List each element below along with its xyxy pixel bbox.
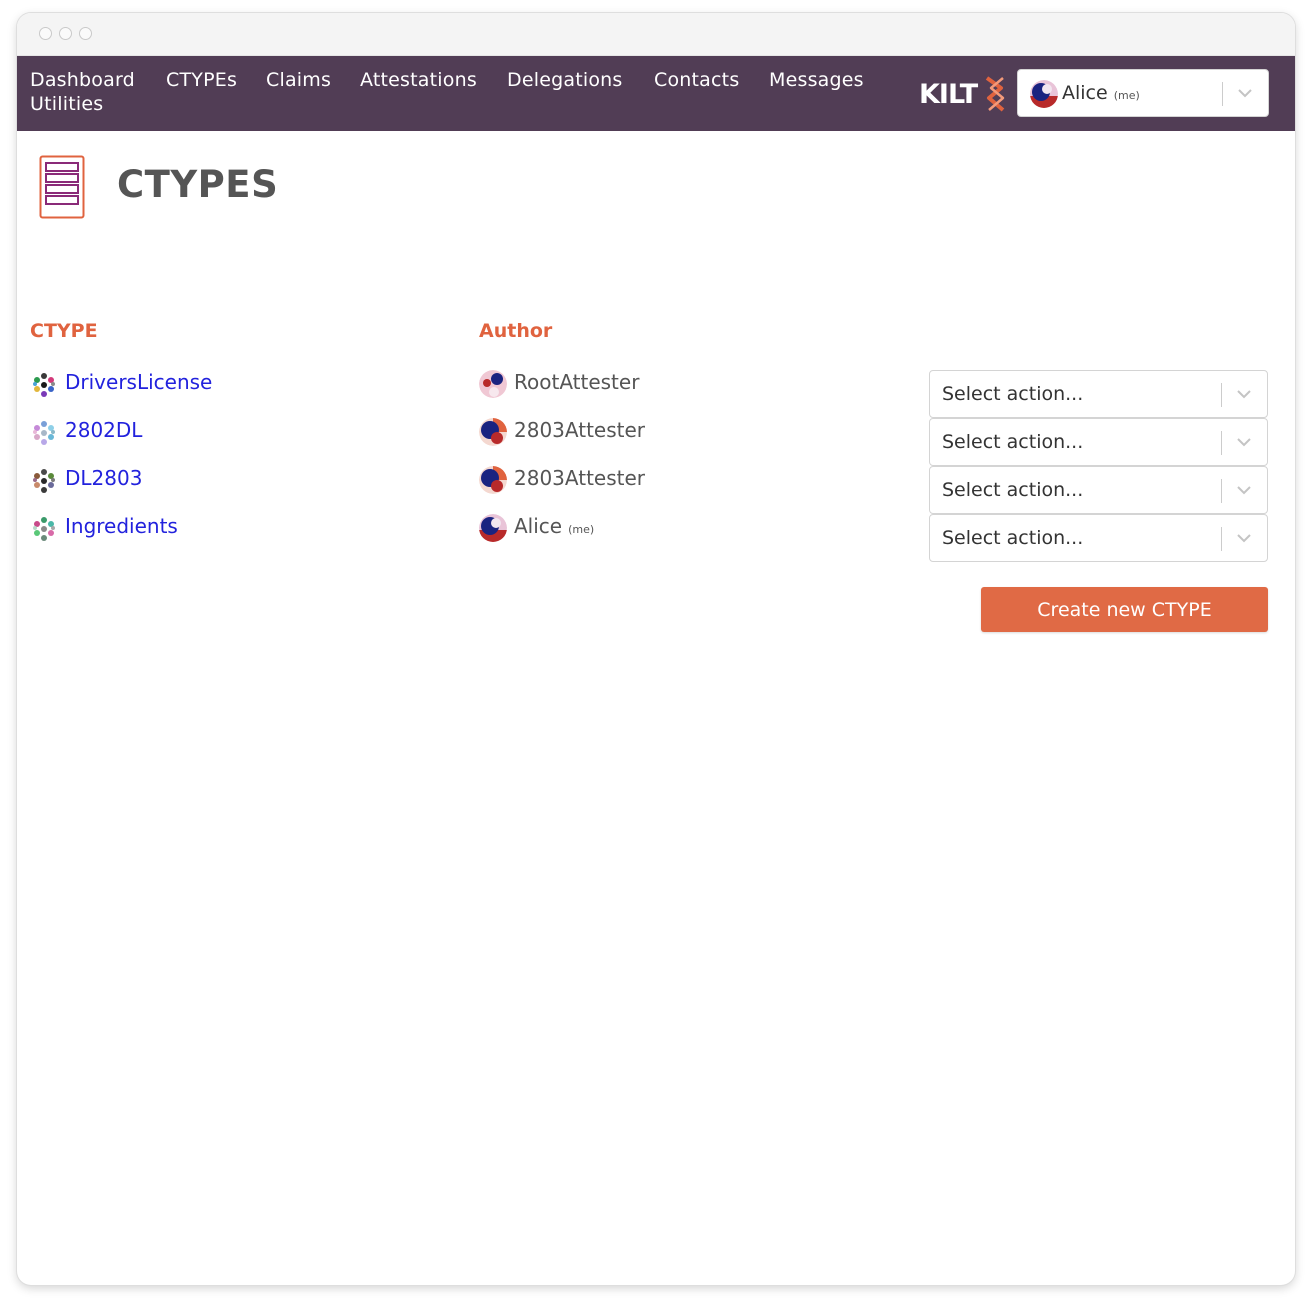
kilt-mark-icon	[985, 76, 1005, 112]
alice-avatar	[479, 514, 507, 542]
action-select-placeholder: Select action...	[942, 479, 1084, 501]
window-minimize-dot[interactable]	[59, 27, 72, 40]
action-select[interactable]: Select action...	[929, 466, 1268, 514]
ctype-identicon	[33, 517, 55, 541]
identity-me-tag: (me)	[1113, 89, 1140, 102]
nav-delegations[interactable]: Delegations	[507, 68, 623, 92]
select-separator	[1221, 383, 1222, 407]
rootattester-avatar	[479, 370, 507, 398]
nav-messages[interactable]: Messages	[769, 68, 864, 92]
column-header-author: Author	[479, 320, 553, 342]
2803attester-avatar	[479, 418, 507, 446]
action-select-placeholder: Select action...	[942, 527, 1084, 549]
column-header-ctype: CTYPE	[30, 320, 98, 342]
identity-select[interactable]: Alice (me)	[1017, 69, 1269, 117]
page-title: CTYPES	[117, 163, 279, 206]
select-separator	[1221, 527, 1222, 551]
ctype-list-icon	[39, 155, 85, 219]
window-zoom-dot[interactable]	[79, 27, 92, 40]
select-separator	[1221, 479, 1222, 503]
chevron-down-icon[interactable]	[1235, 433, 1253, 451]
title-bar	[17, 13, 1295, 56]
ctype-link-2802dl[interactable]: 2802DL	[65, 418, 142, 442]
kilt-logo-text: KILT	[919, 78, 978, 110]
author-name: 2803Attester	[514, 418, 646, 442]
ctype-link-driverslicense[interactable]: DriversLicense	[65, 370, 212, 394]
nav-dashboard[interactable]: Dashboard	[30, 68, 135, 92]
author-name: Alice	[514, 514, 563, 538]
chevron-down-icon[interactable]	[1235, 385, 1253, 403]
select-separator	[1221, 431, 1222, 455]
action-select-placeholder: Select action...	[942, 431, 1084, 453]
nav-claims[interactable]: Claims	[266, 68, 331, 92]
author-me-tag: (me)	[568, 523, 595, 536]
author-name: RootAttester	[514, 370, 640, 394]
author-name: 2803Attester	[514, 466, 646, 490]
window-close-dot[interactable]	[39, 27, 52, 40]
nav-attestations[interactable]: Attestations	[360, 68, 477, 92]
action-select[interactable]: Select action...	[929, 418, 1268, 466]
alice-avatar	[1030, 80, 1058, 108]
action-select-placeholder: Select action...	[942, 383, 1084, 405]
browser-window: Dashboard CTYPEs Claims Attestations Del…	[17, 13, 1295, 1285]
ctype-link-dl2803[interactable]: DL2803	[65, 466, 142, 490]
ctype-identicon	[33, 373, 55, 397]
top-navbar: Dashboard CTYPEs Claims Attestations Del…	[17, 56, 1295, 131]
action-select[interactable]: Select action...	[929, 370, 1268, 418]
nav-contacts[interactable]: Contacts	[654, 68, 739, 92]
chevron-down-icon[interactable]	[1235, 529, 1253, 547]
ctype-identicon	[33, 421, 55, 445]
identity-name: Alice	[1062, 82, 1108, 104]
ctype-identicon	[33, 469, 55, 493]
chevron-down-icon[interactable]	[1235, 481, 1253, 499]
chevron-down-icon[interactable]	[1236, 84, 1254, 102]
kilt-logo[interactable]: KILT	[919, 76, 1009, 112]
select-separator	[1222, 82, 1223, 106]
2803attester-avatar	[479, 466, 507, 494]
nav-ctypes[interactable]: CTYPEs	[166, 68, 237, 92]
action-select[interactable]: Select action...	[929, 514, 1268, 562]
ctype-link-ingredients[interactable]: Ingredients	[65, 514, 178, 538]
create-ctype-button[interactable]: Create new CTYPE	[981, 587, 1268, 632]
nav-utilities[interactable]: Utilities	[30, 92, 103, 116]
